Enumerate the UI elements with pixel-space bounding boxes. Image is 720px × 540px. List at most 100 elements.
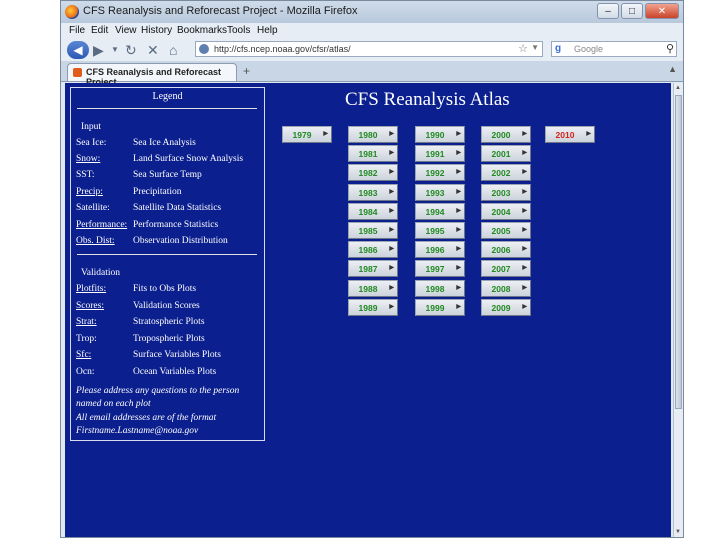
legend-key-ocn: Ocn: [76,367,95,377]
site-identity-icon[interactable] [199,44,209,54]
year-button-1998[interactable]: 1998 ▶ [415,280,465,297]
submenu-arrow-icon: ▶ [522,285,527,291]
menu-history[interactable]: History [141,25,172,36]
new-tab-button[interactable]: + [243,64,250,78]
year-button-1983[interactable]: 1983 ▶ [348,184,398,201]
legend-divider [77,254,257,255]
year-button-2005[interactable]: 2005 ▶ [481,222,531,239]
url-dropdown-icon[interactable]: ▼ [531,43,539,52]
year-button-label: 2008 [491,284,511,294]
year-button-1982[interactable]: 1982 ▶ [348,164,398,181]
legend-title: Legend [152,91,183,102]
url-bar[interactable]: http://cfs.ncep.noaa.gov/cfsr/atlas/ ☆ ▼ [195,41,543,57]
legend-link-precip[interactable]: Precip: [76,187,103,197]
legend-link-obs-dist[interactable]: Obs. Dist: [76,236,115,246]
menu-help[interactable]: Help [257,25,278,36]
google-icon[interactable]: g [555,43,565,55]
year-button-2001[interactable]: 2001 ▶ [481,145,531,162]
menu-view[interactable]: View [115,25,137,36]
menu-file[interactable]: File [69,25,85,36]
vertical-scrollbar[interactable]: ▲ ▼ [673,83,683,537]
search-icon[interactable]: ⚲ [666,42,674,55]
scroll-up-icon[interactable]: ▲ [675,85,681,91]
home-icon[interactable]: ⌂ [169,41,177,59]
year-button-1980[interactable]: 1980 ▶ [348,126,398,143]
legend-link-snow[interactable]: Snow: [76,154,100,164]
submenu-arrow-icon: ▶ [522,208,527,214]
year-button-2006[interactable]: 2006 ▶ [481,241,531,258]
legend-note: named on each plot [76,399,151,409]
search-box[interactable]: g Google ⚲ [551,41,677,57]
legend-link-scores[interactable]: Scores: [76,301,104,311]
year-button-2000[interactable]: 2000 ▶ [481,126,531,143]
year-button-2009[interactable]: 2009 ▶ [481,299,531,316]
history-dropdown-icon[interactable]: ▼ [111,41,119,59]
year-button-2003[interactable]: 2003 ▶ [481,184,531,201]
back-button[interactable]: ◀ [67,41,89,59]
year-button-2010[interactable]: 2010 ▶ [545,126,595,143]
legend-note: All email addresses are of the format [76,413,217,423]
year-button-2004[interactable]: 2004 ▶ [481,203,531,220]
bookmark-star-icon[interactable]: ☆ [518,42,528,55]
year-button-label: 2007 [491,264,511,274]
menu-bookmarks[interactable]: Bookmarks [177,25,227,36]
year-button-label: 1981 [358,149,378,159]
tab-bar: CFS Reanalysis and Reforecast Project + … [61,61,683,87]
year-button-label: 1983 [358,188,378,198]
menu-tools[interactable]: Tools [227,25,250,36]
year-button-1992[interactable]: 1992 ▶ [415,164,465,181]
year-button-1990[interactable]: 1990 ▶ [415,126,465,143]
submenu-arrow-icon: ▶ [522,150,527,156]
year-button-label: 1989 [358,303,378,313]
year-button-1987[interactable]: 1987 ▶ [348,260,398,277]
year-button-2008[interactable]: 2008 ▶ [481,280,531,297]
reload-icon[interactable]: ↻ [125,41,137,59]
submenu-arrow-icon: ▶ [456,189,461,195]
legend-value-ocn: Ocean Variables Plots [133,367,217,377]
legend-link-plotfits[interactable]: Plotfits: [76,284,106,294]
year-button-1984[interactable]: 1984 ▶ [348,203,398,220]
legend-value-sst: Sea Surface Temp [133,170,202,180]
minimize-button[interactable]: – [597,3,619,19]
legend-link-strat[interactable]: Strat: [76,317,97,327]
tab-list-icon[interactable]: ▲ [668,64,677,74]
submenu-arrow-icon: ▶ [389,150,394,156]
submenu-arrow-icon: ▶ [389,265,394,271]
year-button-1994[interactable]: 1994 ▶ [415,203,465,220]
legend-value-trop: Tropospheric Plots [133,334,205,344]
year-button-label: 2006 [491,245,511,255]
year-button-1997[interactable]: 1997 ▶ [415,260,465,277]
year-button-1989[interactable]: 1989 ▶ [348,299,398,316]
year-button-1996[interactable]: 1996 ▶ [415,241,465,258]
year-button-1991[interactable]: 1991 ▶ [415,145,465,162]
stop-icon[interactable]: ✕ [147,41,159,59]
legend-link-sfc[interactable]: Sfc: [76,350,91,360]
year-button-2007[interactable]: 2007 ▶ [481,260,531,277]
legend-link-performance[interactable]: Performance: [76,220,127,230]
year-button-label: 2004 [491,207,511,217]
year-button-1995[interactable]: 1995 ▶ [415,222,465,239]
legend-value-plotfits: Fits to Obs Plots [133,284,197,294]
submenu-arrow-icon: ▶ [522,189,527,195]
maximize-button[interactable]: □ [621,3,643,19]
year-button-1988[interactable]: 1988 ▶ [348,280,398,297]
tab-cfs-reanalysis[interactable]: CFS Reanalysis and Reforecast Project [67,63,237,87]
scrollbar-thumb[interactable] [675,95,682,409]
menu-edit[interactable]: Edit [91,25,108,36]
year-button-label: 1992 [425,168,445,178]
forward-button[interactable]: ▶ [93,41,104,59]
year-button-label: 1985 [358,226,378,236]
year-button-1986[interactable]: 1986 ▶ [348,241,398,258]
year-button-2002[interactable]: 2002 ▶ [481,164,531,181]
year-button-1981[interactable]: 1981 ▶ [348,145,398,162]
year-button-1985[interactable]: 1985 ▶ [348,222,398,239]
year-button-1999[interactable]: 1999 ▶ [415,299,465,316]
legend-value-sfc: Surface Variables Plots [133,350,221,360]
year-button-1979[interactable]: 1979 ▶ [282,126,332,143]
scroll-down-icon[interactable]: ▼ [675,529,681,535]
year-button-1993[interactable]: 1993 ▶ [415,184,465,201]
submenu-arrow-icon: ▶ [389,169,394,175]
close-button[interactable]: ✕ [645,3,679,19]
legend-value-snow: Land Surface Snow Analysis [133,154,244,164]
legend-value-sea-ice: Sea Ice Analysis [133,138,196,148]
